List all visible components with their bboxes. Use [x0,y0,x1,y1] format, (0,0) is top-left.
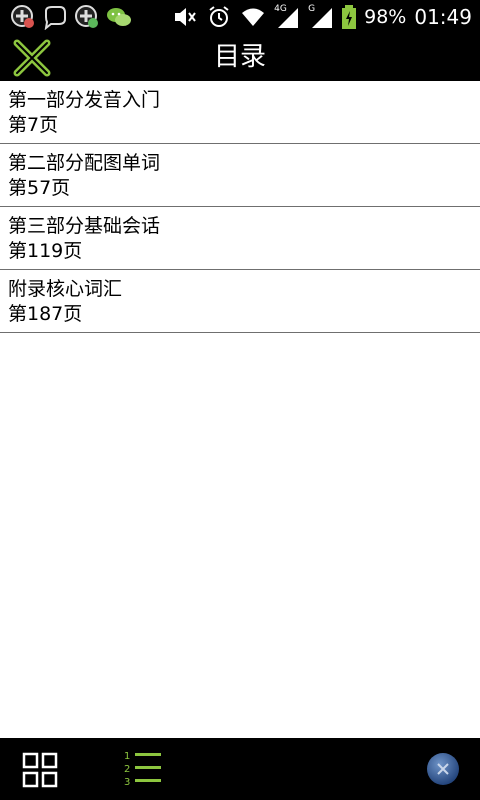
list-number: 1 [124,751,130,762]
page-title: 目录 [213,42,266,72]
notification-icons [0,4,132,30]
status-bar: 4G G 98% 01:49 [0,0,480,33]
network-4g-label: 4G [274,3,287,14]
grid-view-icon[interactable] [22,752,58,788]
battery-charging-icon [342,4,357,29]
notification-app-icon [75,4,98,28]
toc-item-page: 第57页 [8,177,71,199]
app-header: 目录 [0,33,480,81]
battery-percent: 98% [364,5,407,28]
system-indicators: 4G G 98% 01:49 [172,4,480,30]
alarm-icon [209,5,229,27]
wechat-icon [107,7,131,26]
toc-item[interactable]: 第一部分发音入门 第7页 [0,81,480,144]
toc-item[interactable]: 第三部分基础会话 第119页 [0,207,480,270]
notification-app-icon [11,4,34,28]
toc-item-page: 第7页 [8,114,59,136]
toc-item-page: 第187页 [8,303,83,325]
numbered-list-icon[interactable]: 1 2 3 [120,748,164,790]
bottom-toolbar: 1 2 3 [0,738,480,800]
toc-item[interactable]: 第二部分配图单词 第57页 [0,144,480,207]
toc-item-title: 附录核心词汇 [8,278,123,300]
list-number: 2 [124,764,130,775]
clock-time: 01:49 [414,4,472,29]
close-circle-icon[interactable] [425,751,461,787]
mute-icon [175,7,196,26]
toc-item[interactable]: 附录核心词汇 第187页 [0,270,480,333]
toc-item-title: 第一部分发音入门 [8,89,161,111]
wifi-icon [242,8,265,26]
signal-g-icon: G [308,4,334,30]
toc-item-page: 第119页 [8,240,83,262]
list-number: 3 [124,777,130,788]
close-x-icon[interactable] [12,38,52,78]
toc-item-title: 第二部分配图单词 [8,152,161,174]
chat-bubble-icon [44,5,66,30]
toc-list: 第一部分发音入门 第7页 第二部分配图单词 第57页 第三部分基础会话 第119… [0,81,480,333]
signal-4g-icon: 4G [274,4,300,30]
toc-item-title: 第三部分基础会话 [8,215,161,237]
network-g-label: G [308,3,316,14]
